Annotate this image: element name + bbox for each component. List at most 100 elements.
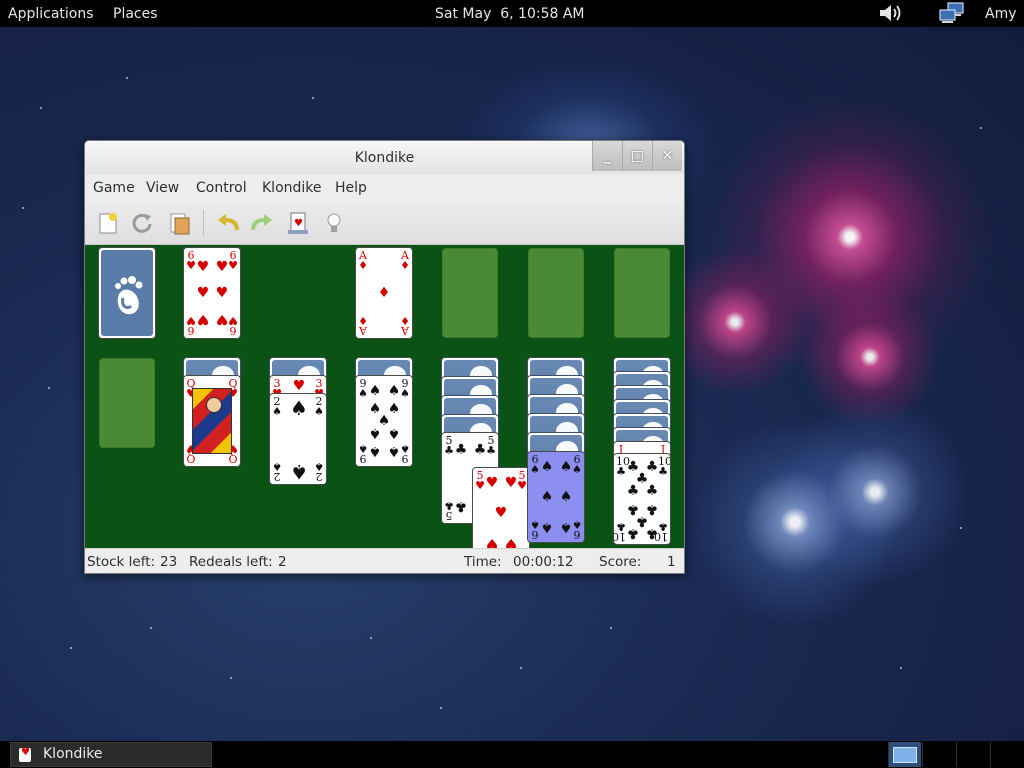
taskbar-label: Klondike <box>43 746 103 762</box>
tableau-card-9-spades[interactable]: 9 ♠ 9 ♠ 9 ♠ 9 ♠ ♠ ♠ ♠ ♠ ♠ ♠ ♠ ♠ ♠ <box>355 375 413 467</box>
card-index: 5 ♣ <box>486 434 496 457</box>
spade-pip: ♠ <box>540 489 554 505</box>
menu-help[interactable]: Help <box>335 180 367 196</box>
tableau-slot-empty[interactable] <box>99 358 155 448</box>
maximize-button[interactable]: □ <box>622 141 652 171</box>
title-bar[interactable]: Klondike _ □ ✕ <box>85 141 684 174</box>
star <box>40 107 42 109</box>
spade-pip: ♠ <box>290 460 308 484</box>
places-menu[interactable]: Places <box>113 5 158 23</box>
foundation-slot-empty[interactable] <box>442 248 498 338</box>
card-index: 6 ♠ <box>572 518 582 541</box>
user-menu[interactable]: Amy <box>985 5 1017 23</box>
tableau-card-5-hearts[interactable]: 5 ♥ 5 ♥ ♥ ♥ ♥ ♥ ♥ <box>472 467 530 548</box>
gnome-foot-icon <box>115 276 143 315</box>
minimize-button[interactable]: _ <box>592 141 622 171</box>
redeals-left-value: 2 <box>278 554 287 570</box>
top-panel: Applications Places Sat May 6, 10:58 AM … <box>0 0 1024 27</box>
volume-icon[interactable] <box>878 3 904 23</box>
redo-icon[interactable] <box>249 210 275 236</box>
foundation-ace-diamonds[interactable]: A ♦ A ♦ A ♦ A ♦ ♦ <box>355 247 413 339</box>
club-pip: ♣ <box>645 483 659 499</box>
spade-pip: ♠ <box>559 459 573 475</box>
card-index: 5 ♣ <box>444 499 454 522</box>
taskbar-button-klondike[interactable]: Klondike <box>10 742 212 767</box>
heart-pip: ♥ <box>215 259 229 275</box>
card-index: 9 ♠ <box>400 442 410 465</box>
heart-pip: ♥ <box>292 378 306 394</box>
card-index: 6 ♥ <box>186 249 196 272</box>
klondike-window: Klondike _ □ ✕ Game View Control Klondik… <box>84 140 685 574</box>
spade-pip: ♠ <box>387 425 401 441</box>
workspace-2[interactable] <box>922 742 955 767</box>
club-pip: ♣ <box>645 525 659 541</box>
card-index: 10 ♣ <box>658 455 671 478</box>
heart-pip: ♥ <box>485 535 499 548</box>
waste-card-6-hearts[interactable]: 6 ♥ 6 ♥ 6 ♥ 6 ♥ ♥ ♥ ♥ ♥ ♥ ♥ <box>183 247 241 339</box>
card-index: A ♦ <box>400 314 410 337</box>
spade-pip: ♠ <box>387 443 401 459</box>
close-button[interactable]: ✕ <box>652 141 682 171</box>
star <box>70 647 72 649</box>
stock-left-value: 23 <box>160 554 178 570</box>
card-index: 6 ♥ <box>186 314 196 337</box>
new-game-icon[interactable] <box>95 210 121 236</box>
bottom-panel: Klondike <box>0 741 1024 768</box>
star <box>312 97 314 99</box>
heart-pip: ♥ <box>196 285 210 301</box>
minimize-icon: _ <box>604 148 611 164</box>
heart-pip: ♥ <box>215 311 229 327</box>
heart-pip: ♥ <box>196 311 210 327</box>
menu-control[interactable]: Control <box>196 180 247 196</box>
diamond-pip: ♦ <box>377 285 391 301</box>
card-index: 6 ♠ <box>530 453 540 476</box>
foundation-slot-empty[interactable] <box>528 248 584 338</box>
star <box>960 527 962 529</box>
menu-view[interactable]: View <box>146 180 179 196</box>
card-index: 2 ♠ <box>272 460 282 483</box>
card-index: 10 ♣ <box>654 520 668 543</box>
star <box>370 637 372 639</box>
workspace-3[interactable] <box>956 742 989 767</box>
game-table[interactable]: 6 ♥ 6 ♥ 6 ♥ 6 ♥ ♥ ♥ ♥ ♥ ♥ ♥ A ♦ A ♦ A ♦ A ♦ ♦ Q ♥ <box>85 245 684 548</box>
star <box>610 627 612 629</box>
tableau-card-6-spades-selected[interactable]: 6 ♠ 6 ♠ 6 ♠ 6 ♠ ♠ ♠ ♠ ♠ ♠ ♠ <box>527 451 585 543</box>
heart-pip: ♥ <box>494 505 508 521</box>
spade-pip: ♠ <box>559 519 573 535</box>
star <box>48 387 50 389</box>
tableau-card-2-spades[interactable]: 2 ♠ 2 ♠ 2 ♠ 2 ♠ ♠ ♠ <box>269 393 327 485</box>
undo-icon[interactable] <box>215 210 241 236</box>
workspace-4[interactable] <box>990 742 1023 767</box>
tableau-card-10-clubs[interactable]: 10 ♣ 10 ♣ 10 ♣ 10 ♣ ♣ ♣ ♣ ♣ ♣ ♣ ♣ ♣ ♣ ♣ <box>613 453 671 545</box>
menu-game[interactable]: Game <box>93 180 135 196</box>
time-value: 00:00:12 <box>513 554 574 570</box>
workspace-1[interactable] <box>888 742 921 767</box>
card-index: 6 ♥ <box>228 249 238 272</box>
deal-icon[interactable]: ♥ <box>285 210 311 236</box>
redeals-left-label: Redeals left: <box>189 554 273 570</box>
star <box>980 127 982 129</box>
clock[interactable]: Sat May 6, 10:58 AM <box>435 5 585 23</box>
foundation-slot-empty[interactable] <box>614 248 670 338</box>
menu-bar: Game View Control Klondike Help <box>85 174 684 201</box>
klondike-app-icon <box>19 747 31 762</box>
network-icon[interactable] <box>938 2 966 24</box>
card-index: 10 ♣ <box>616 455 630 478</box>
status-bar: Stock left: 23 Redeals left: 2 Time: 00:… <box>85 548 684 573</box>
stock-pile[interactable] <box>98 247 156 339</box>
spade-pip: ♠ <box>368 383 382 399</box>
spade-pip: ♠ <box>368 443 382 459</box>
spade-pip: ♠ <box>540 459 554 475</box>
tableau-card-queen-hearts[interactable]: Q ♥ Q ♥ Q ♥ Q ♥ <box>183 375 241 467</box>
star <box>520 667 522 669</box>
applications-menu[interactable]: Applications <box>8 5 94 23</box>
restart-icon[interactable] <box>129 210 155 236</box>
club-pip: ♣ <box>454 442 468 458</box>
stock-left-label: Stock left: <box>87 554 156 570</box>
hint-icon[interactable] <box>321 210 347 236</box>
menu-klondike[interactable]: Klondike <box>262 180 322 196</box>
spade-pip: ♠ <box>387 383 401 399</box>
star <box>150 627 152 629</box>
select-game-icon[interactable] <box>167 210 193 236</box>
card-index: A ♦ <box>358 249 368 272</box>
